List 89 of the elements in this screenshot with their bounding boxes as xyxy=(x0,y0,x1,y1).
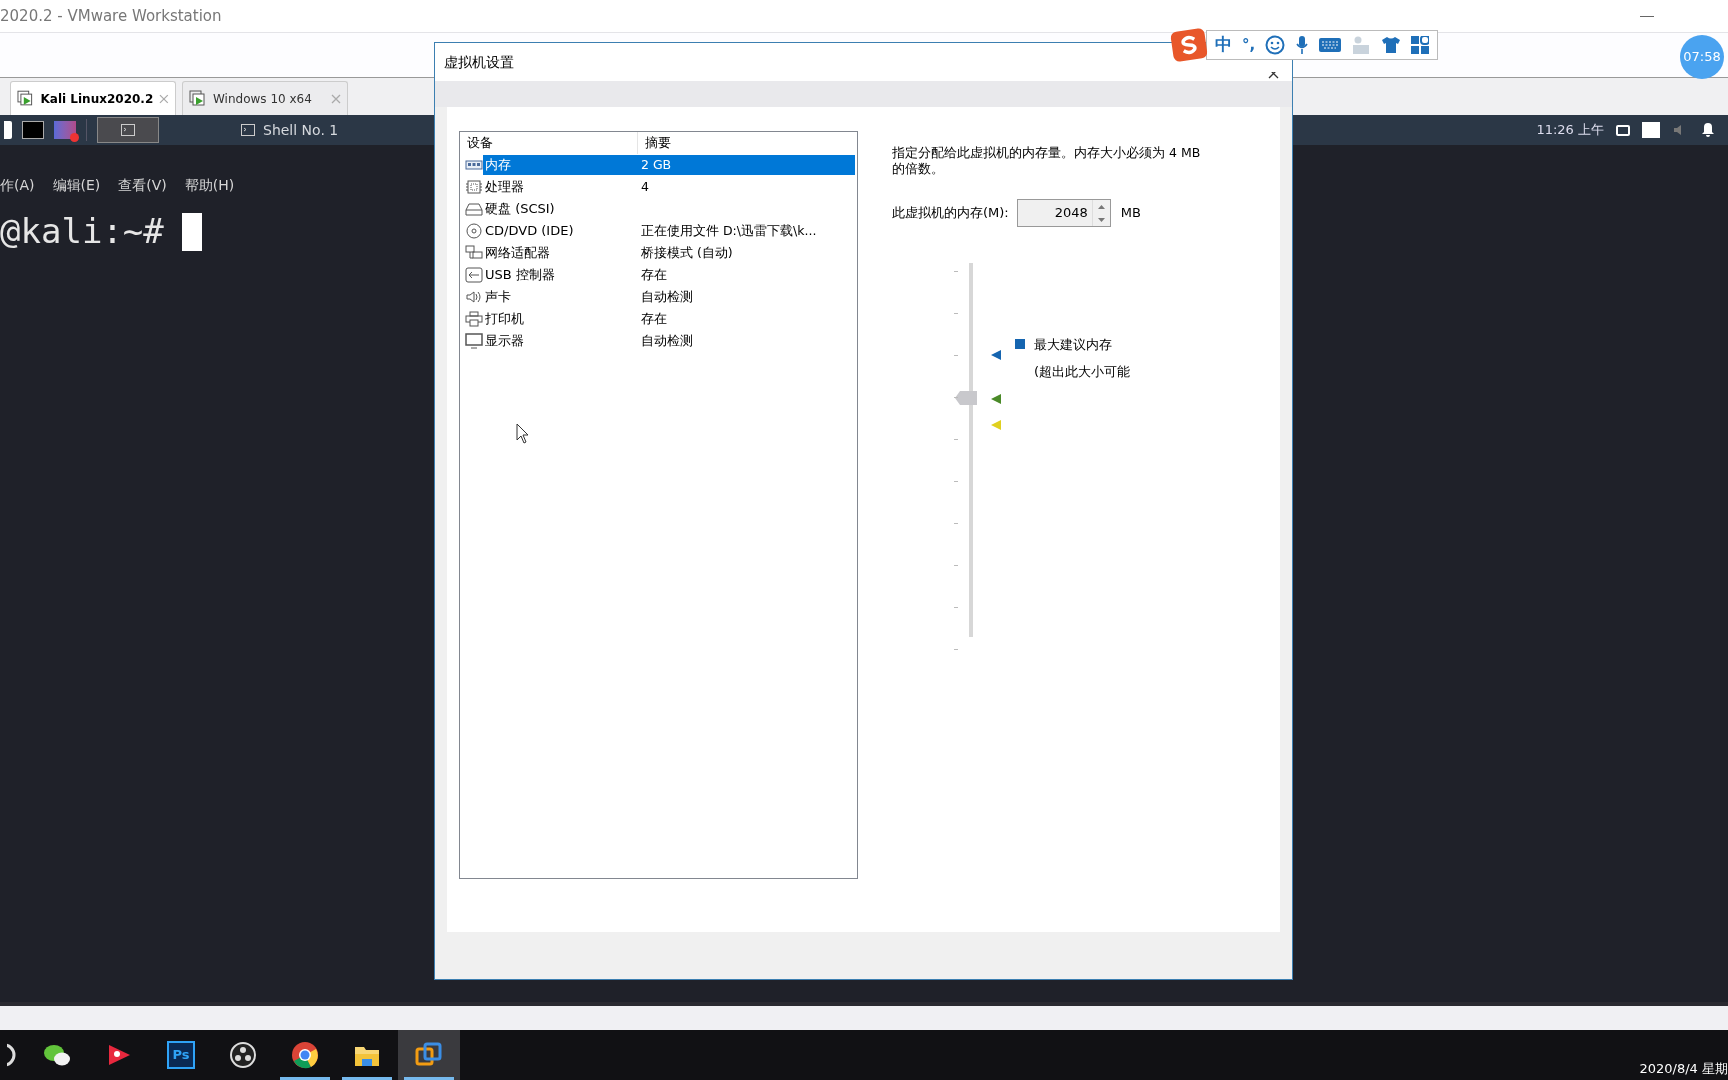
menu-item[interactable]: 查看(V) xyxy=(118,175,167,196)
smiley-icon[interactable] xyxy=(1265,35,1286,55)
photoshop-icon[interactable]: Ps xyxy=(167,1041,195,1069)
terminal-icon xyxy=(241,124,255,136)
dialog-title: 虚拟机设置 xyxy=(444,52,514,72)
memory-slider[interactable] xyxy=(955,263,977,637)
device-name: CD/DVD (IDE) xyxy=(484,222,575,241)
terminal-prompt: @kali:~# xyxy=(0,210,164,253)
memory-icon xyxy=(465,157,483,173)
vm-play-icon xyxy=(189,89,207,108)
memory-label: 此虚拟机的内存(M): xyxy=(892,204,1009,223)
device-summary: 2 GB xyxy=(641,155,672,174)
unit-label: MB xyxy=(1120,204,1141,223)
memory-value: 2048 xyxy=(1053,204,1089,222)
device-summary: 存在 xyxy=(641,265,667,284)
device-row[interactable]: 声卡 自动检测 xyxy=(483,287,855,307)
device-name: 网络适配器 xyxy=(484,244,551,263)
device-row[interactable]: 打印机 存在 xyxy=(483,309,855,329)
menu-item[interactable]: 帮助(H) xyxy=(184,175,235,196)
shirt-icon[interactable] xyxy=(1381,35,1402,55)
device-row[interactable]: CD/DVD (IDE) 正在使用文件 D:\迅雷下载\k... xyxy=(483,221,855,241)
device-name: 处理器 xyxy=(484,178,525,197)
vm-play-icon xyxy=(17,89,35,108)
cursor-block xyxy=(181,212,202,251)
bell-icon[interactable] xyxy=(1700,122,1716,138)
display-icon[interactable] xyxy=(1616,124,1630,136)
device-name: 显示器 xyxy=(484,332,525,351)
up-arrow-icon[interactable] xyxy=(1097,204,1105,209)
ime-mode-toggle[interactable]: 中 xyxy=(1215,32,1232,58)
terminal-icon xyxy=(121,124,135,136)
chip-icon xyxy=(465,179,483,195)
device-name: 硬盘 (SCSI) xyxy=(484,200,556,219)
device-name: 内存 xyxy=(484,156,512,175)
drive-icon xyxy=(465,201,483,217)
disc-icon xyxy=(465,223,483,239)
grid-icon[interactable] xyxy=(1411,36,1430,54)
memory-description: 指定分配给此虚拟机的内存量。内存大小必须为 4 MB 的倍数。 xyxy=(892,145,1202,177)
marker-icon xyxy=(991,350,1001,360)
network-icon xyxy=(465,245,483,261)
device-row[interactable]: USB 控制器 存在 xyxy=(483,265,855,285)
taskbar-date: 2020/8/4 星期 xyxy=(1639,1059,1728,1078)
punctuation-toggle[interactable]: °, xyxy=(1242,33,1256,57)
task-button[interactable] xyxy=(97,117,159,143)
terminal-icon[interactable] xyxy=(22,121,44,139)
menu-item[interactable]: 编辑(E) xyxy=(52,175,101,196)
memory-spinbox[interactable]: 2048 xyxy=(1016,199,1111,227)
device-row[interactable]: 网络适配器 桥接模式 (自动) xyxy=(483,243,855,263)
marker-icon xyxy=(991,420,1001,430)
taskbar-item[interactable]: Shell No. 1 xyxy=(241,119,339,141)
device-summary: 4 xyxy=(641,177,649,196)
legend-note: (超出此大小可能 xyxy=(1034,363,1131,381)
obs-icon[interactable] xyxy=(228,1040,258,1070)
running-indicator xyxy=(280,1077,330,1080)
marker-icon xyxy=(991,394,1001,404)
tab-label: Kali Linux2020.2 xyxy=(40,90,154,108)
column-header[interactable]: 摘要 xyxy=(638,132,857,154)
device-row[interactable]: 内存 2 GB xyxy=(483,155,855,175)
device-summary: 存在 xyxy=(641,309,667,328)
device-summary: 正在使用文件 D:\迅雷下载\k... xyxy=(641,221,817,240)
speaker-icon xyxy=(465,289,483,305)
device-summary: 自动检测 xyxy=(641,287,693,306)
down-arrow-icon[interactable] xyxy=(1097,217,1105,222)
window-title: 2020.2 - VMware Workstation xyxy=(0,5,222,27)
minimize-button[interactable] xyxy=(1640,15,1654,17)
device-row[interactable]: 显示器 自动检测 xyxy=(483,331,855,351)
device-name: USB 控制器 xyxy=(484,266,556,285)
device-name: 声卡 xyxy=(484,288,512,307)
printer-icon xyxy=(465,311,483,327)
slider-thumb[interactable] xyxy=(955,390,977,405)
column-header[interactable]: 设备 xyxy=(460,132,638,154)
monitor-icon xyxy=(465,333,483,349)
browser-icon[interactable] xyxy=(290,1040,320,1070)
panel-clock: 11:26 上午 xyxy=(1536,121,1604,140)
running-indicator xyxy=(342,1077,392,1080)
device-summary: 桥接模式 (自动) xyxy=(641,243,733,262)
tab-label: Windows 10 x64 xyxy=(213,90,312,108)
device-row[interactable]: 硬盘 (SCSI) xyxy=(483,199,855,219)
running-indicator xyxy=(404,1077,454,1080)
device-summary: 自动检测 xyxy=(641,331,693,350)
keyboard-icon[interactable] xyxy=(1319,37,1342,53)
device-name: 打印机 xyxy=(484,310,525,329)
vm-tab[interactable]: Windows 10 x64 xyxy=(182,81,348,115)
vm-tab[interactable]: Kali Linux2020.2 xyxy=(10,81,176,115)
usb-icon xyxy=(465,267,483,283)
microphone-icon[interactable] xyxy=(1295,35,1310,55)
device-row[interactable]: 处理器 4 xyxy=(483,177,855,197)
legend-title: 最大建议内存 xyxy=(1034,336,1112,354)
menu-item[interactable]: 作(A) xyxy=(0,175,35,196)
mouse-cursor-icon xyxy=(516,423,530,445)
